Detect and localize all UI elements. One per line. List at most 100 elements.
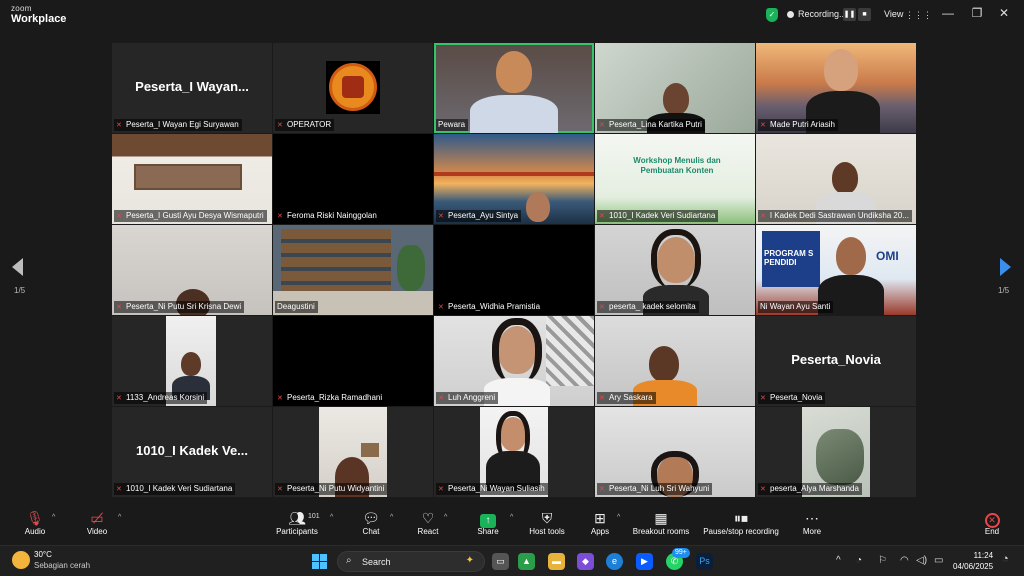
participant-tile[interactable]: Peserta_Ni Wayan Suliasih (434, 407, 594, 497)
weather-description[interactable]: Sebagian cerah (34, 561, 90, 570)
search-label: Search (362, 557, 391, 567)
mic-muted-icon (438, 485, 445, 493)
participant-tile[interactable]: Peserta_Widhia Pramistia (434, 225, 594, 315)
weather-temperature[interactable]: 30°C (34, 550, 52, 559)
host-tools-button[interactable]: ⛨ Host tools (527, 509, 567, 536)
security-shield-icon[interactable]: ✓ (766, 8, 778, 22)
weather-sun-icon[interactable] (12, 551, 30, 569)
video-blurred-subject (816, 429, 864, 485)
participant-tile[interactable]: Peserta_Rizka Ramadhani (273, 316, 433, 406)
grid-icon[interactable]: ⋮⋮⋮ (905, 10, 932, 21)
end-meeting-button[interactable]: ✕ End (980, 509, 1004, 536)
video-person-hair (651, 229, 701, 289)
logo-top: zoom (11, 4, 32, 13)
page-indicator-left: 1/5 (14, 286, 26, 295)
participant-tile[interactable]: Peserta_Ayu Sintya (434, 134, 594, 224)
participant-label: Ary Saskara (597, 392, 656, 404)
previous-page-arrow-icon[interactable] (12, 258, 23, 276)
participant-tile[interactable]: Made Putri Ariasih (756, 43, 916, 133)
volume-icon[interactable]: ◁) (916, 555, 927, 566)
stop-recording-icon[interactable]: ■ (858, 8, 871, 21)
participants-options-chevron-icon[interactable]: ^ (330, 514, 333, 521)
participant-tile[interactable]: Feroma Riski Nainggolan (273, 134, 433, 224)
windows-start-icon[interactable] (312, 554, 327, 569)
video-button[interactable]: ▭̸ Video (84, 509, 110, 536)
google-drive-icon[interactable]: ▲ (518, 553, 535, 570)
pause-recording-icon[interactable]: ❚❚ (843, 8, 856, 21)
notification-bell-icon[interactable]: ◔ (1002, 553, 1009, 565)
close-icon[interactable]: ✕ (996, 6, 1012, 20)
participant-tile[interactable]: Peserta_Ni Luh Sri Wahyuni (595, 407, 755, 497)
apps-options-chevron-icon[interactable]: ^ (617, 514, 620, 521)
video-plant (397, 245, 425, 291)
participant-label: 1133_Andreas Korsini (114, 392, 208, 404)
edge-browser-icon[interactable]: e (606, 553, 623, 570)
mic-muted-icon (438, 303, 445, 311)
chat-button[interactable]: 💬︎ Chat (358, 509, 384, 536)
participant-tile[interactable]: Deagustini (273, 225, 433, 315)
program-text-line2: PENDIDI (764, 258, 797, 267)
video-wall-frame (361, 443, 379, 457)
next-page-arrow-icon[interactable] (1000, 258, 1011, 276)
minimize-icon[interactable]: — (940, 6, 956, 20)
participant-tile[interactable]: Peserta_I Wayan... Peserta_I Wayan Egi S… (112, 43, 272, 133)
mic-muted-icon (760, 212, 767, 220)
participant-tile[interactable]: Workshop Menulis dan Pembuatan Konten 10… (595, 134, 755, 224)
participant-name: Peserta_Ni Luh Sri Wahyuni (609, 484, 710, 493)
tray-app-icon[interactable]: ◔ (856, 555, 862, 566)
participant-tile[interactable]: PROGRAM S PENDIDI OMI Ni Wayan Ayu Santi (756, 225, 916, 315)
participant-display-name: Peserta_I Wayan... (135, 79, 249, 94)
participant-tile[interactable]: 1133_Andreas Korsini (112, 316, 272, 406)
participant-tile[interactable]: Peserta_Ni Putu Widyantini (273, 407, 433, 497)
taskbar-clock[interactable]: 11:24 04/06/2025 (953, 550, 993, 572)
task-view-icon[interactable]: ▭ (492, 553, 509, 570)
wifi-icon[interactable]: ◠ (900, 555, 909, 566)
participant-tile[interactable]: Peserta_Ni Putu Sri Krisna Dewi (112, 225, 272, 315)
file-explorer-icon[interactable]: ▬ (548, 553, 565, 570)
photoshop-icon[interactable]: Ps (696, 553, 713, 570)
taskbar-search[interactable]: ⌕ Search ✦ (337, 551, 485, 572)
participant-tile-active-speaker[interactable]: Pewara (434, 43, 594, 133)
chat-options-chevron-icon[interactable]: ^ (390, 514, 393, 521)
restore-icon[interactable]: ❐ (969, 6, 985, 20)
participant-tile[interactable]: OPERATOR (273, 43, 433, 133)
battery-icon[interactable]: ▭ (934, 555, 943, 566)
participant-name: OPERATOR (287, 120, 332, 129)
tray-overflow-chevron-icon[interactable]: ^ (836, 555, 841, 566)
apps-button[interactable]: ⊞ Apps (588, 509, 612, 536)
participant-name: I Kadek Dedi Sastrawan Undiksha 20... (769, 211, 909, 220)
mic-muted-icon (599, 212, 606, 220)
react-options-chevron-icon[interactable]: ^ (444, 514, 447, 521)
participant-tile[interactable]: 1010_I Kadek Ve... 1010_I Kadek Veri Sud… (112, 407, 272, 497)
audio-options-chevron-icon[interactable]: ^ (52, 514, 55, 521)
participant-tile[interactable]: Ary Saskara (595, 316, 755, 406)
recording-indicator-icon (787, 11, 794, 18)
participant-label: peserta_Alya Marshanda (758, 483, 862, 495)
participant-tile[interactable]: peserta_ kadek selomita (595, 225, 755, 315)
participant-name: Made Putri Ariasih (770, 120, 835, 129)
audio-button[interactable]: 🎙︎ Audio (22, 509, 48, 536)
share-button[interactable]: ↑ Share (474, 509, 502, 536)
video-person (496, 51, 532, 93)
view-button[interactable]: View (884, 9, 903, 19)
participant-tile[interactable]: Peserta_Lina Kartika Putri (595, 43, 755, 133)
participant-tile[interactable]: Luh Anggreni (434, 316, 594, 406)
participant-tile[interactable]: Peserta_Novia Peserta_Novia (756, 316, 916, 406)
breakout-rooms-label: Breakout rooms (632, 527, 690, 536)
video-bridge-background (434, 172, 594, 176)
participant-name: Peserta_Ni Putu Sri Krisna Dewi (126, 302, 242, 311)
more-button[interactable]: ⋯ More (800, 509, 824, 536)
video-options-chevron-icon[interactable]: ^ (118, 514, 121, 521)
share-options-chevron-icon[interactable]: ^ (510, 514, 513, 521)
pause-stop-recording-button[interactable]: ⏸⏹ Pause/stop recording (700, 509, 782, 536)
participant-tile[interactable]: I Kadek Dedi Sastrawan Undiksha 20... (756, 134, 916, 224)
zoom-app-icon[interactable]: ▶ (636, 553, 653, 570)
participant-tile[interactable]: peserta_Alya Marshanda (756, 407, 916, 497)
participant-tile[interactable]: Peserta_I Gusti Ayu Desya Wismaputri (112, 134, 272, 224)
video-decor-background (546, 316, 594, 386)
breakout-rooms-button[interactable]: ▦ Breakout rooms (631, 509, 691, 536)
copilot-icon[interactable]: ◆ (577, 553, 594, 570)
mic-muted-icon (277, 121, 284, 129)
tray-security-icon[interactable]: ⚐ (878, 555, 887, 566)
react-button[interactable]: ♡ React (414, 509, 442, 536)
